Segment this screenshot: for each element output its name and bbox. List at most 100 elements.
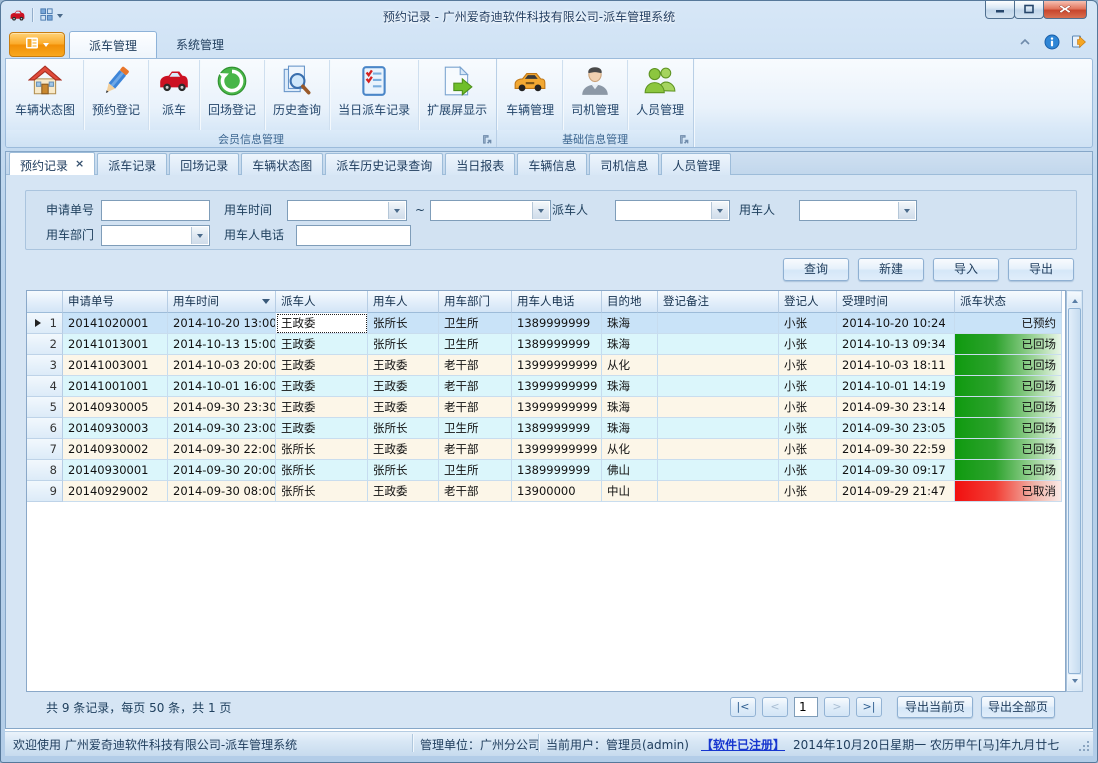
table-cell[interactable]: 卫生所 — [439, 334, 512, 355]
table-cell[interactable]: 张所长 — [368, 313, 439, 334]
table-row[interactable]: 3201410030012014-10-03 20:00王政委王政委老干部139… — [27, 355, 1065, 376]
table-cell[interactable]: 小张 — [779, 439, 837, 460]
table-cell[interactable]: 小张 — [779, 313, 837, 334]
table-cell[interactable]: 2014-10-01 16:00 — [168, 376, 276, 397]
table-cell[interactable]: 从化 — [602, 355, 658, 376]
table-cell[interactable]: 老干部 — [439, 481, 512, 502]
export-current-page-button[interactable]: 导出当前页 — [897, 696, 973, 718]
table-cell[interactable] — [658, 397, 779, 418]
table-row[interactable]: 5201409300052014-09-30 23:30王政委王政委老干部139… — [27, 397, 1065, 418]
table-cell[interactable]: 20141003001 — [63, 355, 168, 376]
table-cell[interactable]: 珠海 — [602, 418, 658, 439]
table-cell[interactable]: 已回场 — [955, 418, 1062, 439]
table-cell[interactable]: 珠海 — [602, 376, 658, 397]
dialog-launcher-icon[interactable] — [482, 134, 493, 145]
prev-page-button[interactable]: < — [762, 697, 788, 717]
scroll-up-icon[interactable] — [1068, 292, 1081, 307]
table-cell[interactable]: 张所长 — [276, 481, 368, 502]
table-cell[interactable]: 王政委 — [276, 376, 368, 397]
doc-tab-5[interactable]: 当日报表 — [445, 153, 515, 175]
table-cell[interactable]: 老干部 — [439, 397, 512, 418]
table-cell[interactable]: 张所长 — [276, 439, 368, 460]
table-cell[interactable]: 老干部 — [439, 376, 512, 397]
table-cell[interactable]: 20141013001 — [63, 334, 168, 355]
table-cell[interactable]: 小张 — [779, 334, 837, 355]
scroll-down-icon[interactable] — [1068, 675, 1081, 690]
department-select[interactable] — [101, 225, 210, 246]
table-cell[interactable]: 20140930001 — [63, 460, 168, 481]
table-cell[interactable]: 1389999999 — [512, 334, 602, 355]
vertical-scrollbar[interactable] — [1066, 290, 1083, 692]
table-cell[interactable]: 20141020001 — [63, 313, 168, 334]
ribbon-button-today-record[interactable]: 当日派车记录 — [330, 60, 419, 130]
table-cell[interactable]: 老干部 — [439, 439, 512, 460]
table-cell[interactable]: 2014-09-30 22:00 — [168, 439, 276, 460]
table-cell[interactable]: 20140930003 — [63, 418, 168, 439]
column-header-1[interactable]: 用车时间 — [168, 291, 276, 313]
user-phone-input-field[interactable] — [297, 226, 410, 245]
table-cell[interactable]: 20140930002 — [63, 439, 168, 460]
ribbon-button-people[interactable]: 人员管理 — [628, 60, 692, 130]
ribbon-button-house[interactable]: 车辆状态图 — [7, 60, 84, 130]
table-row[interactable]: 9201409290022014-09-30 08:00张所长王政委老干部139… — [27, 481, 1065, 502]
table-cell[interactable]: 珠海 — [602, 313, 658, 334]
table-cell[interactable]: 2014-10-03 20:00 — [168, 355, 276, 376]
table-cell[interactable]: 1389999999 — [512, 460, 602, 481]
table-cell[interactable] — [658, 376, 779, 397]
page-number-input[interactable] — [794, 697, 818, 717]
ribbon-button-history-search[interactable]: 历史查询 — [265, 60, 330, 130]
table-cell[interactable]: 2014-10-03 18:11 — [837, 355, 955, 376]
table-row[interactable]: 6201409300032014-09-30 23:00王政委张所长卫生所138… — [27, 418, 1065, 439]
row-header-cell[interactable]: 1 — [27, 313, 63, 334]
table-cell[interactable]: 1389999999 — [512, 313, 602, 334]
doc-tab-6[interactable]: 车辆信息 — [517, 153, 587, 175]
row-header-cell[interactable]: 8 — [27, 460, 63, 481]
table-cell[interactable]: 2014-09-29 21:47 — [837, 481, 955, 502]
table-row[interactable]: 8201409300012014-09-30 20:00张所长张所长卫生所138… — [27, 460, 1065, 481]
info-icon[interactable] — [1044, 34, 1060, 50]
column-header-9[interactable]: 受理时间 — [837, 291, 955, 313]
minimize-button[interactable] — [985, 1, 1015, 19]
table-cell[interactable]: 老干部 — [439, 355, 512, 376]
table-cell[interactable]: 2014-09-30 08:00 — [168, 481, 276, 502]
row-header-cell[interactable]: 5 — [27, 397, 63, 418]
table-row[interactable]: 1201410200012014-10-20 13:00王政委张所长卫生所138… — [27, 313, 1065, 334]
row-header-cell[interactable]: 4 — [27, 376, 63, 397]
chevron-down-icon[interactable] — [711, 202, 728, 219]
table-cell[interactable]: 王政委 — [276, 397, 368, 418]
doc-tab-4[interactable]: 派车历史记录查询 — [325, 153, 443, 175]
table-cell[interactable]: 从化 — [602, 439, 658, 460]
scrollbar-thumb[interactable] — [1068, 308, 1081, 674]
table-cell[interactable]: 王政委 — [368, 397, 439, 418]
export-button[interactable]: 导出 — [1008, 258, 1074, 281]
table-cell[interactable]: 小张 — [779, 418, 837, 439]
table-cell[interactable]: 20141001001 — [63, 376, 168, 397]
chevron-down-icon[interactable] — [388, 202, 405, 219]
table-cell[interactable]: 2014-10-13 09:34 — [837, 334, 955, 355]
resize-grip-icon[interactable] — [1078, 740, 1090, 752]
user-select[interactable] — [799, 200, 917, 221]
table-cell[interactable]: 2014-10-01 14:19 — [837, 376, 955, 397]
table-cell[interactable]: 王政委 — [368, 376, 439, 397]
column-header-4[interactable]: 用车部门 — [439, 291, 512, 313]
row-header-cell[interactable]: 2 — [27, 334, 63, 355]
table-cell[interactable]: 小张 — [779, 397, 837, 418]
table-cell[interactable]: 小张 — [779, 376, 837, 397]
table-cell[interactable]: 已回场 — [955, 376, 1062, 397]
table-cell[interactable]: 小张 — [779, 481, 837, 502]
table-cell[interactable]: 王政委 — [368, 439, 439, 460]
table-row[interactable]: 7201409300022014-09-30 22:00张所长王政委老干部139… — [27, 439, 1065, 460]
chevron-down-icon[interactable] — [191, 227, 208, 244]
table-row[interactable]: 4201410010012014-10-01 16:00王政委王政委老干部139… — [27, 376, 1065, 397]
ribbon-button-driver[interactable]: 司机管理 — [563, 60, 628, 130]
table-cell[interactable]: 已回场 — [955, 439, 1062, 460]
table-cell[interactable]: 2014-10-13 15:00 — [168, 334, 276, 355]
table-cell[interactable]: 已回场 — [955, 355, 1062, 376]
table-cell[interactable]: 珠海 — [602, 397, 658, 418]
query-button[interactable]: 查询 — [783, 258, 849, 281]
ribbon-button-extend-screen[interactable]: 扩展屏显示 — [419, 60, 495, 130]
table-cell[interactable]: 卫生所 — [439, 460, 512, 481]
table-cell[interactable]: 13999999999 — [512, 397, 602, 418]
apply-no-input[interactable] — [101, 200, 210, 221]
table-cell[interactable]: 13999999999 — [512, 355, 602, 376]
